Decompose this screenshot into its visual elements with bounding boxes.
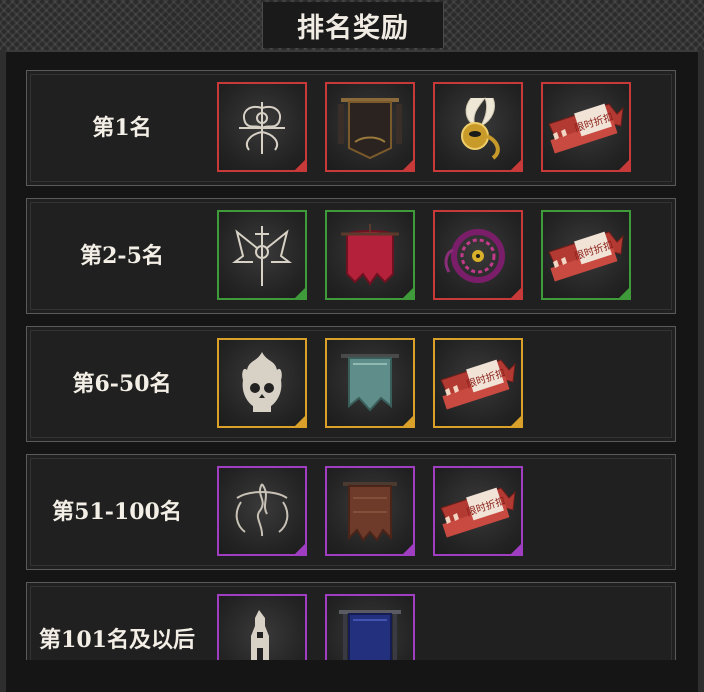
reward-tier-row: 第51-100名 限时折扣 — [26, 454, 676, 570]
reward-tier-row: 第101名及以后 — [26, 582, 676, 660]
ornate-emblem-art — [239, 102, 285, 154]
right-rail — [698, 50, 704, 692]
reward-tier-row: 第2-5名 限时折扣 — [26, 198, 676, 314]
reward-tier-list[interactable]: 第1名 限时折扣 第2-5名 限时折扣 第6-50名 限时折扣 第51-100名… — [26, 70, 678, 660]
panel-header: 排名奖励 — [0, 0, 704, 52]
rank-label: 第6-50名 — [72, 371, 172, 397]
blue-banner-icon[interactable] — [325, 594, 415, 660]
rank-label: 第1名 — [92, 115, 152, 141]
brown-banner-art — [343, 482, 397, 542]
rank-label: 第2-5名 — [80, 243, 164, 269]
serpent-eye-emblem-art — [444, 229, 505, 283]
discount-voucher-art: 限时折扣 — [440, 359, 516, 410]
teal-banner-art — [341, 354, 399, 412]
crimson-banner-art — [341, 224, 399, 286]
rank-label: 第101名及以后 — [39, 627, 195, 653]
discount-voucher-icon[interactable]: 限时折扣 — [541, 82, 631, 172]
discount-voucher-art: 限时折扣 — [548, 103, 624, 154]
flaming-skull-icon[interactable] — [217, 338, 307, 428]
discount-voucher-icon[interactable]: 限时折扣 — [433, 466, 523, 556]
reward-tier-row: 第1名 限时折扣 — [26, 70, 676, 186]
flaming-skull-art — [242, 352, 282, 412]
title-plate: 排名奖励 — [262, 2, 444, 48]
crimson-banner-icon[interactable] — [325, 210, 415, 300]
flame-sigil-icon[interactable] — [217, 466, 307, 556]
page-title: 排名奖励 — [297, 12, 409, 44]
serpent-eye-emblem-icon[interactable] — [433, 210, 523, 300]
tower-emblem-art — [251, 610, 269, 660]
discount-voucher-art: 限时折扣 — [548, 231, 624, 282]
feathered-mask-icon[interactable] — [433, 82, 523, 172]
feathered-mask-art — [461, 96, 500, 160]
rank-label: 第51-100名 — [52, 499, 182, 525]
reward-tier-row: 第6-50名 限时折扣 — [26, 326, 676, 442]
blue-banner-art — [339, 610, 401, 660]
rank-rewards-panel: 排名奖励 第1名 限时折扣 第2-5名 限时折扣 第6-50名 限时折扣 第51… — [0, 0, 704, 692]
left-rail — [0, 50, 6, 692]
teal-banner-icon[interactable] — [325, 338, 415, 428]
brown-banner-icon[interactable] — [325, 466, 415, 556]
discount-voucher-icon[interactable]: 限时折扣 — [433, 338, 523, 428]
winged-sword-emblem-icon[interactable] — [217, 210, 307, 300]
winged-sword-emblem-art — [232, 226, 292, 286]
dark-banner-icon[interactable] — [325, 82, 415, 172]
ornate-emblem-icon[interactable] — [217, 82, 307, 172]
flame-sigil-art — [235, 483, 289, 537]
discount-voucher-art: 限时折扣 — [440, 487, 516, 538]
tower-emblem-icon[interactable] — [217, 594, 307, 660]
discount-voucher-icon[interactable]: 限时折扣 — [541, 210, 631, 300]
dark-banner-art — [338, 98, 402, 160]
